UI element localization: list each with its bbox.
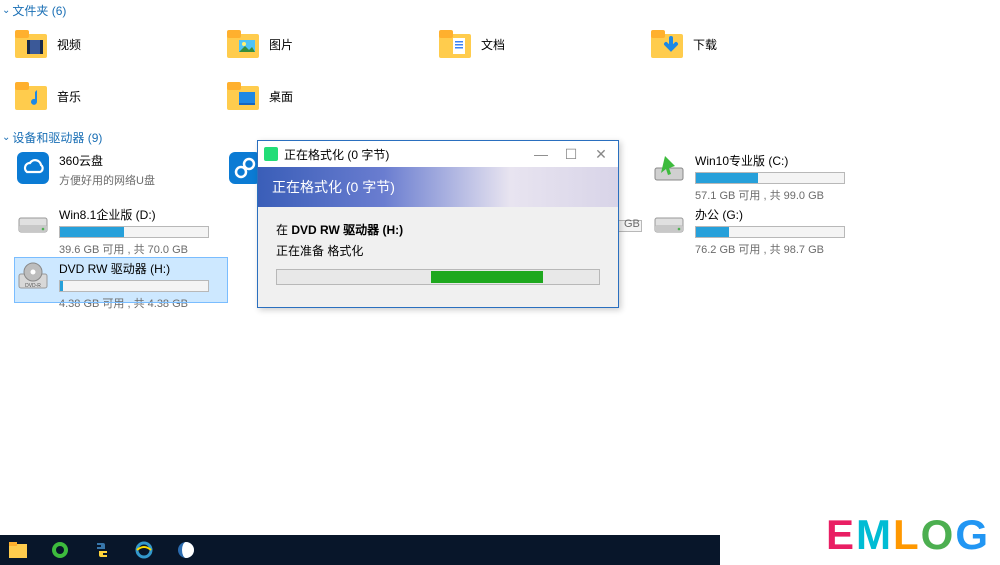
- minimize-button[interactable]: —: [526, 144, 556, 164]
- drive-title: 360云盘: [59, 152, 155, 169]
- folders-section-header[interactable]: ⌄ 文件夹 (6): [0, 0, 1000, 23]
- drive-capacity-bar: [59, 280, 209, 292]
- svg-text:DVD-R: DVD-R: [25, 283, 41, 289]
- chevron-down-icon: ⌄: [2, 5, 10, 16]
- drive-subtitle: 76.2 GB 可用 , 共 98.7 GB: [695, 241, 845, 257]
- drive-subtitle: 39.6 GB 可用 , 共 70.0 GB: [59, 241, 209, 257]
- folders-grid: 视频 图片 文档 下载音乐 桌面: [0, 23, 1000, 117]
- close-button[interactable]: ✕: [586, 144, 616, 164]
- dialog-body: 在 DVD RW 驱动器 (H:) 正在准备 格式化: [258, 207, 618, 307]
- dialog-status-line: 正在准备 格式化: [276, 242, 600, 259]
- drive-size-partial: GB: [624, 218, 640, 230]
- dialog-titlebar[interactable]: 正在格式化 (0 字节) — ☐ ✕: [258, 141, 618, 167]
- drive-subtitle: 方便好用的网络U盘: [59, 172, 155, 188]
- folder-item-videos[interactable]: 视频: [15, 23, 227, 65]
- folder-icon: [651, 28, 683, 60]
- drive-capacity-bar: [695, 172, 845, 184]
- drive-title: 办公 (G:): [695, 206, 845, 223]
- folder-label: 文档: [481, 36, 505, 53]
- maximize-button[interactable]: ☐: [556, 144, 586, 164]
- drive-title: DVD RW 驱动器 (H:): [59, 260, 209, 277]
- folder-label: 桌面: [269, 88, 293, 105]
- drive-icon: [653, 152, 685, 184]
- folder-icon: [227, 80, 259, 112]
- drive-icon: [17, 206, 49, 238]
- folder-label: 视频: [57, 36, 81, 53]
- drive-icon: [653, 206, 685, 238]
- taskbar-ie-icon[interactable]: [134, 540, 154, 560]
- drive-item-win10[interactable]: Win10专业版 (C:)57.1 GB 可用 , 共 99.0 GB: [651, 150, 863, 194]
- drive-subtitle: 4.38 GB 可用 , 共 4.38 GB: [59, 295, 209, 311]
- drive-item-360[interactable]: 360云盘方便好用的网络U盘: [15, 150, 227, 194]
- chevron-down-icon: ⌄: [2, 132, 10, 143]
- drive-icon: [17, 152, 49, 184]
- taskbar-360-icon[interactable]: [50, 540, 70, 560]
- drive-capacity-bar: [695, 226, 845, 238]
- drive-title: Win10专业版 (C:): [695, 152, 845, 169]
- drive-subtitle: 57.1 GB 可用 , 共 99.0 GB: [695, 187, 845, 203]
- dialog-banner: 正在格式化 (0 字节): [258, 167, 618, 207]
- drive-title: Win8.1企业版 (D:): [59, 206, 209, 223]
- drive-icon: DVD-R: [17, 260, 49, 292]
- format-dialog: 正在格式化 (0 字节) — ☐ ✕ 正在格式化 (0 字节) 在 DVD RW…: [257, 140, 619, 308]
- folder-item-documents[interactable]: 文档: [439, 23, 651, 65]
- folder-icon: [439, 28, 471, 60]
- folder-label: 下载: [693, 36, 717, 53]
- folder-icon: [15, 28, 47, 60]
- drive-item-win81[interactable]: Win8.1企业版 (D:)39.6 GB 可用 , 共 70.0 GB: [15, 204, 227, 248]
- folder-label: 音乐: [57, 88, 81, 105]
- dialog-title-text: 正在格式化 (0 字节): [284, 146, 389, 163]
- watermark-emlog: EMLOG: [826, 511, 990, 559]
- taskbar-browser-icon[interactable]: [176, 540, 196, 560]
- drive-item-dvd[interactable]: DVD-RDVD RW 驱动器 (H:)4.38 GB 可用 , 共 4.38 …: [15, 258, 227, 302]
- dialog-banner-text: 正在格式化 (0 字节): [272, 177, 395, 197]
- drives-header-text: 设备和驱动器 (9): [12, 129, 102, 146]
- progress-bar: [276, 269, 600, 285]
- folder-label: 图片: [269, 36, 293, 53]
- folder-item-pictures[interactable]: 图片: [227, 23, 439, 65]
- folder-icon: [15, 80, 47, 112]
- dialog-app-icon: [264, 147, 278, 161]
- taskbar: [0, 535, 720, 565]
- dialog-target-line: 在 DVD RW 驱动器 (H:): [276, 221, 600, 238]
- taskbar-explorer-icon[interactable]: [8, 540, 28, 560]
- drive-capacity-bar: [59, 226, 209, 238]
- taskbar-python-icon[interactable]: [92, 540, 112, 560]
- folder-item-downloads[interactable]: 下载: [651, 23, 863, 65]
- folder-item-music[interactable]: 音乐: [15, 75, 227, 117]
- drive-item-office[interactable]: 办公 (G:)76.2 GB 可用 , 共 98.7 GB: [651, 204, 863, 248]
- folders-header-text: 文件夹 (6): [12, 2, 66, 19]
- progress-bar-fill: [431, 271, 543, 283]
- folder-icon: [227, 28, 259, 60]
- folder-item-desktop[interactable]: 桌面: [227, 75, 439, 117]
